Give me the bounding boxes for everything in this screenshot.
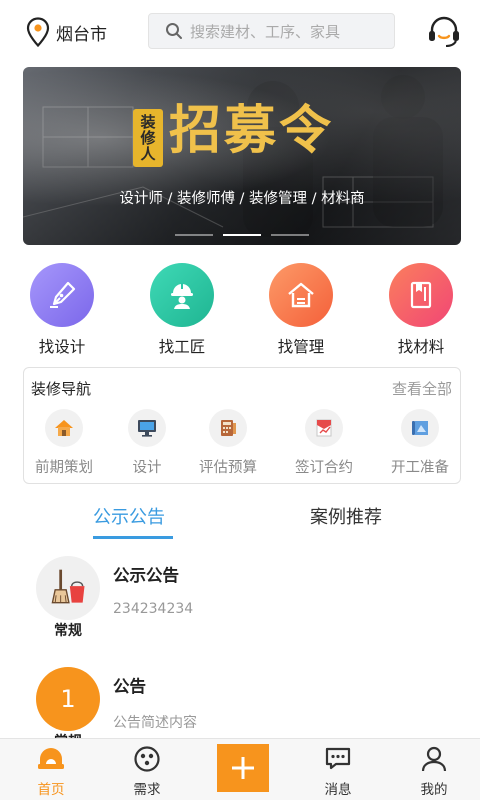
top-header: 烟台市 搜索建材、工序、家具 <box>0 0 480 64</box>
location-selector[interactable]: 烟台市 <box>26 17 107 47</box>
tab-announcements[interactable]: 公示公告 <box>93 503 165 529</box>
guide-item-contract[interactable]: 签订合约 <box>282 409 366 477</box>
guide-item-start-prep[interactable]: 开工准备 <box>378 409 462 477</box>
publish-plus-button[interactable] <box>217 744 269 792</box>
quick-entry-find-materials[interactable]: 找材料 <box>376 263 466 357</box>
tab-active-underline <box>93 536 173 539</box>
banner-title: 招募令 <box>169 100 335 161</box>
worker-helmet-icon <box>171 283 193 309</box>
quick-entry-find-designer[interactable]: 找设计 <box>17 263 107 357</box>
guide-item-circle <box>128 409 166 447</box>
guide-item-label: 签订合约 <box>295 460 353 476</box>
blueprint-icon <box>412 421 428 435</box>
quick-entry-label: 找设计 <box>38 338 86 356</box>
nav-label: 首页 <box>37 782 65 798</box>
demand-icon <box>134 746 160 772</box>
carousel-dot[interactable] <box>175 234 213 236</box>
nav-home[interactable]: 首页 <box>19 745 83 798</box>
notice-avatar-number: 1 <box>36 667 100 731</box>
calculator-icon <box>221 420 236 436</box>
plus-icon <box>232 757 254 779</box>
nav-profile[interactable]: 我的 <box>402 745 466 798</box>
guide-item-circle <box>401 409 439 447</box>
user-icon <box>421 746 447 772</box>
contract-icon <box>316 419 332 437</box>
bottom-nav-bar: 首页 需求 消息 我的 <box>0 738 480 800</box>
location-pin-icon <box>26 17 50 47</box>
notice-description: 公告简述内容 <box>113 715 197 731</box>
quick-entry-circle <box>269 263 333 327</box>
content-tabs: 公示公告 案例推荐 <box>0 503 480 543</box>
notice-avatar <box>36 556 100 620</box>
renovation-guide-card: 装修导航 查看全部 前期策划 设计 评估预算 签订合约 开工准备 <box>23 367 461 484</box>
guide-item-planning[interactable]: 前期策划 <box>22 409 106 477</box>
pen-nib-icon <box>50 281 76 308</box>
carousel-dot[interactable] <box>271 234 309 236</box>
quick-entry-circle <box>389 263 453 327</box>
guide-item-budget[interactable]: 评估预算 <box>186 409 270 477</box>
city-label: 烟台市 <box>56 24 107 45</box>
guide-item-label: 设计 <box>132 460 162 476</box>
broom-bucket-icon <box>51 569 85 604</box>
nav-demand[interactable]: 需求 <box>115 745 179 798</box>
banner-badge: 装修人 <box>133 109 163 167</box>
home-icon <box>38 748 64 769</box>
material-book-icon <box>410 281 432 309</box>
guide-item-circle <box>45 409 83 447</box>
message-icon <box>325 747 351 770</box>
quick-entry-label: 找工匠 <box>158 338 206 356</box>
nav-label: 需求 <box>133 782 161 798</box>
notice-title: 公告 <box>113 677 146 696</box>
list-item[interactable]: 常规 公示公告 234234234 <box>0 556 480 666</box>
search-placeholder: 搜索建材、工序、家具 <box>190 22 341 41</box>
house-icon <box>55 420 73 436</box>
notice-tag: 常规 <box>54 623 82 639</box>
monitor-icon <box>138 420 156 437</box>
notice-title: 公示公告 <box>113 566 179 585</box>
headset-icon[interactable] <box>426 15 462 49</box>
quick-entry-circle <box>150 263 214 327</box>
quick-entry-label: 找材料 <box>397 338 445 356</box>
carousel-dot-active[interactable] <box>223 234 261 236</box>
nav-label: 消息 <box>324 782 352 798</box>
promo-banner[interactable]: 装修人 招募令 设计师 / 装修师傅 / 装修管理 / 材料商 <box>23 67 461 245</box>
notice-description: 234234234 <box>113 601 194 617</box>
quick-entry-label: 找管理 <box>277 338 325 356</box>
view-all-link[interactable]: 查看全部 <box>392 378 452 399</box>
search-input[interactable]: 搜索建材、工序、家具 <box>148 13 395 49</box>
nav-messages[interactable]: 消息 <box>306 745 370 798</box>
guide-item-design[interactable]: 设计 <box>105 409 189 477</box>
tab-case-recommendations[interactable]: 案例推荐 <box>310 503 382 529</box>
nav-label: 我的 <box>420 782 448 798</box>
guide-item-circle <box>305 409 343 447</box>
banner-subtitle: 设计师 / 装修师傅 / 装修管理 / 材料商 <box>119 191 365 207</box>
house-icon <box>288 282 314 308</box>
guide-item-label: 开工准备 <box>391 460 449 476</box>
carousel-indicator <box>175 234 309 236</box>
guide-title: 装修导航 <box>31 380 92 398</box>
quick-entry-find-craftsman[interactable]: 找工匠 <box>137 263 227 357</box>
guide-item-label: 评估预算 <box>199 460 257 476</box>
guide-item-circle <box>209 409 247 447</box>
guide-item-label: 前期策划 <box>35 460 93 476</box>
quick-entry-find-manager[interactable]: 找管理 <box>256 263 346 357</box>
quick-entry-circle <box>30 263 94 327</box>
search-icon <box>166 23 182 39</box>
quick-entries: 找设计 找工匠 找管理 找材料 <box>0 263 480 357</box>
